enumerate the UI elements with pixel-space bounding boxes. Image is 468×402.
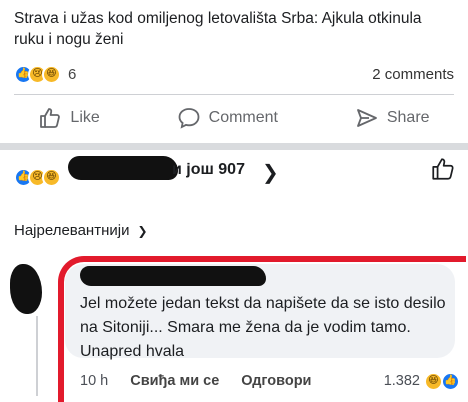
haha-icon: 😆 [42, 64, 61, 84]
haha-icon: 😆 [42, 167, 61, 187]
sort-label: Најрелевантнији [14, 222, 130, 239]
comment-like-button[interactable]: Свиђа ми се [130, 373, 219, 389]
comment-reaction-count: 1.382 [383, 373, 420, 389]
comments-count[interactable]: 2 comments [372, 66, 454, 83]
reaction-count[interactable]: 6 [68, 66, 76, 83]
comment-reply-button[interactable]: Одговори [241, 373, 311, 389]
share-label: Share [386, 109, 430, 126]
like-label: Like [70, 109, 100, 126]
comment-timestamp[interactable]: 10 h [80, 373, 108, 389]
comment-item: Jel možete jedan tekst da napišete da se… [0, 256, 468, 402]
thumbs-up-icon [40, 108, 61, 128]
divider [14, 94, 454, 95]
likers-count[interactable]: и још 907 [172, 161, 245, 179]
like-icon: 👍 [441, 371, 460, 391]
thread-line [36, 316, 38, 396]
comment-meta: 10 h Свиђа ми се Одговори 1.382 😆 👍 [80, 370, 460, 392]
thumbs-up-icon[interactable] [430, 156, 456, 182]
redacted-author-name [80, 266, 266, 286]
share-icon [356, 109, 377, 127]
share-button[interactable]: Share [355, 106, 430, 130]
likers-reaction-icons: 👍 😢 😆 [14, 167, 61, 187]
avatar[interactable] [10, 264, 42, 314]
like-button[interactable]: Like [38, 106, 100, 130]
post-title[interactable]: Strava i užas kod omiljenog letovališta … [14, 8, 454, 50]
comments-panel: 👍 😢 😆 и још 907 ❯ Најрелевантнији ❯ Jel … [0, 150, 468, 402]
post-card: Strava i užas kod omiljenog letovališta … [0, 0, 468, 143]
comment-icon [178, 108, 200, 129]
chevron-down-icon: ❯ [137, 223, 148, 238]
reactions-summary[interactable]: 👍 😢 😆 6 2 comments [14, 63, 454, 85]
comment-label: Comment [208, 109, 278, 126]
sort-dropdown[interactable]: Најрелевантнији ❯ [14, 222, 148, 239]
redacted-names [68, 156, 178, 180]
reaction-icons: 👍 😢 😆 [14, 64, 61, 84]
post-actions: Like Comment Share [0, 100, 468, 136]
comment-button[interactable]: Comment [177, 106, 278, 130]
comment-reactions[interactable]: 1.382 😆 👍 [383, 371, 460, 391]
chevron-right-icon[interactable]: ❯ [262, 160, 279, 185]
comment-text: Jel možete jedan tekst da napišete da se… [80, 295, 446, 360]
